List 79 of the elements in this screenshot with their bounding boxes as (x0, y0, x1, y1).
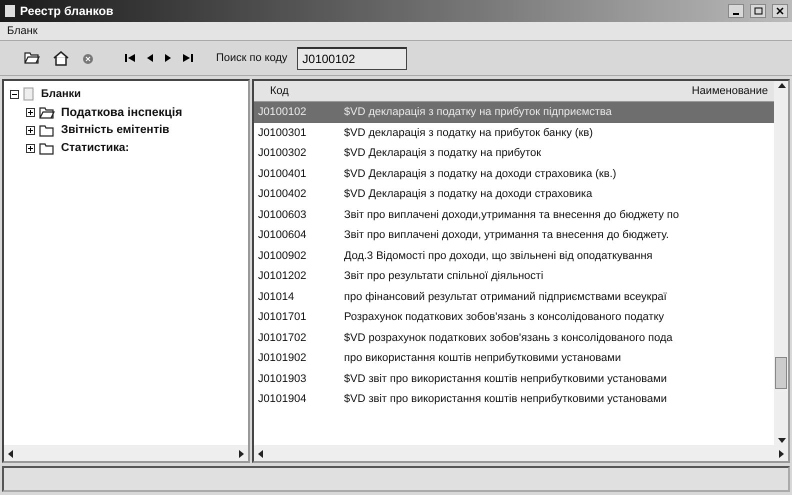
open-folder-icon[interactable] (24, 50, 42, 66)
maximize-icon (754, 7, 762, 15)
table-cell-text: J0101903 (257, 372, 308, 385)
table-row[interactable]: J01014 про фінансовий результат отриманий підприємствами всеукраї (254, 286, 774, 307)
house-icon[interactable] (52, 50, 70, 66)
table-cell-text: J0101202 (257, 270, 308, 282)
horizontal-scrollbar[interactable] (254, 445, 788, 461)
previous-record-icon[interactable] (146, 53, 154, 63)
table-row[interactable]: J0100302 $VD Декларація з податку на прибуток (254, 143, 774, 164)
close-icon (776, 7, 784, 15)
column-header[interactable]: Код (254, 85, 345, 97)
table-cell-text: $VD Декларація з податку на доходи страховика (кв.) (344, 168, 618, 180)
table-row[interactable]: J0101902 про використання коштів неприбутковими установами (254, 348, 774, 368)
first-record-icon[interactable] (124, 53, 136, 63)
table-row[interactable]: J0100402 $VD Декларація з податку на доходи страховика (254, 184, 774, 204)
search-label: Поиск по коду (216, 52, 288, 64)
table-cell-text: Звіт про виплачені доходи, утримання та внесення до бюджету. (344, 229, 670, 242)
table-cell-text: J0101701 (257, 311, 308, 324)
table-cell-text: про використання коштів неприбутковими установами (344, 352, 622, 364)
tree-toggle-icon[interactable] (10, 90, 19, 98)
table-row[interactable]: J0100102 $VD декларація з податку на прибуток підприємства (254, 102, 774, 122)
table-cell-text: J0100603 (257, 208, 308, 221)
table-row[interactable]: J0101903 $VD звіт про використання коштів неприбутковими установами (254, 368, 774, 389)
scroll-arrow-icon[interactable] (256, 448, 265, 458)
table-cell-text: J0100604 (257, 229, 308, 242)
close-button[interactable] (772, 4, 788, 18)
tree-toggle-icon[interactable] (26, 108, 35, 116)
table-row[interactable]: J0100902 Дод.3 Відомості про доходи, що звільнені від оподаткування (254, 246, 774, 266)
table-row[interactable]: J0100604 Звіт про виплачені доходи, утримання та внесення до бюджету. (254, 225, 774, 246)
window-title: Реестр бланков (20, 4, 114, 18)
table-cell-text: $VD декларація з податку на прибуток банку (кв) (344, 126, 594, 139)
last-record-icon[interactable] (182, 53, 194, 63)
table-cell-text: $VD декларація з податку на прибуток підприємства (344, 106, 613, 118)
table-cell-text: J0100302 (257, 147, 308, 160)
table-row[interactable]: J0100301 $VD декларація з податку на прибуток банку (кв) (254, 122, 774, 143)
table-row[interactable]: J0101904 $VD звіт про використання коштів неприбутковими установами (254, 389, 774, 410)
tree-item[interactable]: Бланки (39, 88, 83, 100)
next-record-icon[interactable] (164, 53, 172, 63)
table-cell-text: про фінансовий результат отриманий підприємствами всеукраї (344, 290, 668, 303)
table-cell-text: J0100301 (257, 126, 308, 139)
tree-toggle-icon[interactable] (26, 144, 35, 152)
form-icon (23, 87, 35, 101)
table-cell-text: Звіт про результати спільної діяльності (344, 270, 544, 282)
table-cell-text: Звіт про виплачені доходи,утримання та внесення до бюджету по (344, 208, 680, 221)
table-cell-text: Розрахунок податкових зобов'язань з консолідованого податку (344, 311, 666, 324)
tree-toggle-icon[interactable] (26, 126, 35, 134)
app-icon (4, 4, 16, 18)
table-row[interactable]: J0100401 $VD Декларація з податку на доходи страховика (кв.) (254, 164, 774, 184)
scroll-arrow-icon[interactable] (6, 448, 15, 458)
table-cell-text: J0101702 (257, 332, 308, 344)
table-row[interactable]: J0100603 Звіт про виплачені доходи,утримання та внесення до бюджету по (254, 204, 774, 225)
table-cell-text: J0101904 (257, 393, 308, 406)
table-cell-text: Дод.3 Відомості про доходи, що звільнені від оподаткування (344, 250, 654, 262)
table-cell-text: $VD розрахунок податкових зобов'язань з консолідованого пода (344, 332, 674, 344)
tree-item[interactable]: Податкова інспекція (59, 105, 184, 119)
minimize-button[interactable] (728, 4, 744, 18)
tree-item[interactable]: Статистика: (59, 142, 132, 154)
table-cell-text: $VD Декларація з податку на доходи страховика (344, 188, 594, 200)
table-cell-text: J0100902 (257, 250, 308, 262)
table-cell-text: $VD звіт про використання коштів неприбутковими установами (344, 393, 668, 406)
table-cell-text: J0100401 (257, 168, 308, 180)
table-cell-text: J01014 (257, 290, 296, 303)
horizontal-scrollbar[interactable] (4, 445, 248, 461)
table-cell-text: $VD звіт про використання коштів неприбутковими установами (344, 372, 668, 385)
table-cell-text: J0100402 (257, 188, 308, 200)
scroll-arrow-icon[interactable] (776, 81, 786, 90)
table-row[interactable]: J0101202 Звіт про результати спільної діяльності (254, 266, 774, 286)
table-row[interactable]: J0101701 Розрахунок податкових зобов'язань з консолідованого податку (254, 307, 774, 328)
tree-item[interactable]: Звітність емітентів (59, 124, 172, 136)
scroll-arrow-icon[interactable] (237, 448, 246, 458)
table-cell-text: J0100102 (257, 106, 308, 118)
menu-item[interactable]: Бланк (4, 25, 41, 37)
table-cell-text: J0101902 (257, 352, 308, 364)
table-row[interactable]: J0101702 $VD розрахунок податкових зобов'язань з консолідованого пода (254, 328, 774, 348)
maximize-button[interactable] (750, 4, 766, 18)
table-cell-text: $VD Декларація з податку на прибуток (344, 147, 542, 160)
column-header[interactable]: Наименование (345, 85, 774, 97)
search-field[interactable]: J0100102 (297, 46, 408, 70)
scrollbar-thumb[interactable] (775, 357, 787, 389)
